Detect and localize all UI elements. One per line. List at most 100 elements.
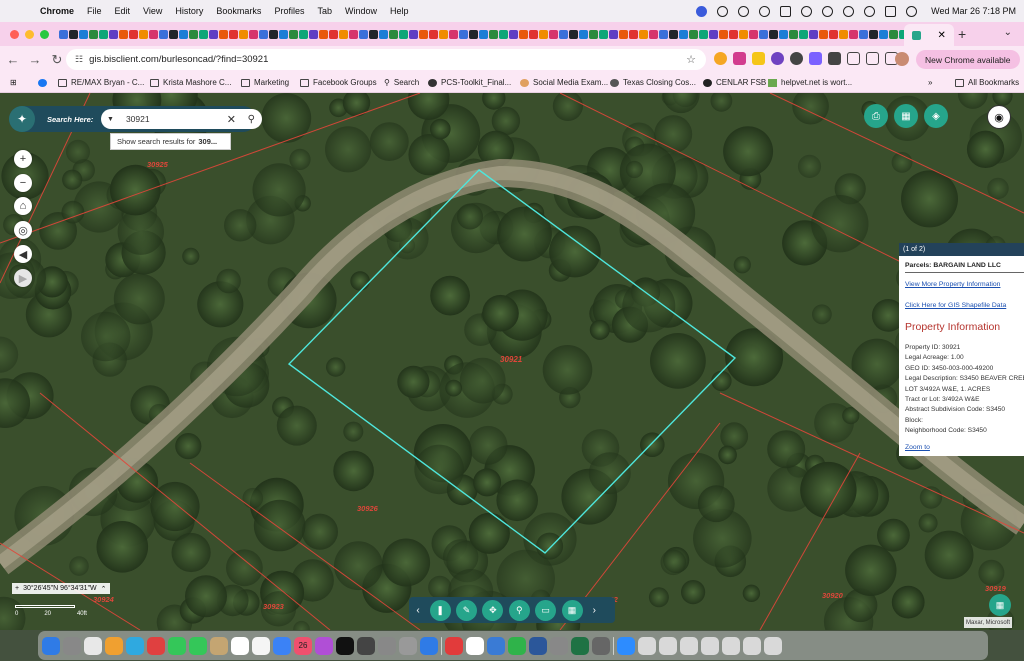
county-logo-icon[interactable]: ✦ bbox=[9, 106, 35, 132]
zoom-to-link[interactable]: Zoom to bbox=[905, 444, 930, 451]
more-bookmarks-chevron[interactable]: » bbox=[928, 78, 932, 87]
pinned-tab-favicon-icon[interactable] bbox=[569, 29, 578, 39]
search-suggestion[interactable]: Show search results for 309... bbox=[110, 133, 231, 150]
pinned-tab-favicon-icon[interactable] bbox=[549, 29, 558, 39]
pinned-tab-favicon-icon[interactable] bbox=[579, 29, 588, 39]
pinned-tab-favicon-icon[interactable] bbox=[619, 29, 628, 39]
pinned-tab-favicon-icon[interactable] bbox=[609, 29, 618, 39]
pinned-tab-favicon-icon[interactable] bbox=[269, 29, 278, 39]
search-source-dropdown-icon[interactable]: ▼ bbox=[107, 116, 114, 123]
dock-app-icon[interactable] bbox=[84, 636, 102, 655]
pinned-tab-favicon-icon[interactable] bbox=[359, 29, 368, 39]
pinned-tab-favicon-icon[interactable] bbox=[309, 29, 318, 39]
pinned-tab-favicon-icon[interactable] bbox=[249, 29, 258, 39]
menu-app-chrome[interactable]: Chrome bbox=[40, 6, 74, 16]
pinned-tab-favicon-icon[interactable] bbox=[369, 29, 378, 39]
attribute-table-icon[interactable]: ▦ bbox=[989, 594, 1011, 616]
dock-app-icon[interactable] bbox=[571, 636, 589, 655]
dock-app-icon[interactable] bbox=[357, 636, 375, 655]
close-tab-icon[interactable]: ✕ bbox=[937, 30, 945, 41]
pinned-tab-favicon-icon[interactable] bbox=[749, 29, 758, 39]
dock-window-thumbnail[interactable] bbox=[701, 636, 719, 655]
user-status-icon[interactable] bbox=[864, 5, 876, 17]
pinned-tab-favicon-icon[interactable] bbox=[679, 29, 688, 39]
toolbar-next-icon[interactable]: › bbox=[585, 605, 603, 616]
pinned-tab-favicon-icon[interactable] bbox=[229, 29, 238, 39]
all-bookmarks[interactable]: All Bookmarks bbox=[955, 78, 1019, 87]
pinned-tab-favicon-icon[interactable] bbox=[299, 29, 308, 39]
view-more-property-link[interactable]: View More Property Information bbox=[905, 281, 1024, 288]
next-extent-icon[interactable]: ▶ bbox=[14, 269, 32, 287]
bookmark-marketing[interactable]: Marketing bbox=[241, 78, 289, 87]
pinned-tab-favicon-icon[interactable] bbox=[119, 29, 128, 39]
pinned-tab-favicon-icon[interactable] bbox=[149, 29, 158, 39]
pinned-tab-favicon-icon[interactable] bbox=[469, 29, 478, 39]
pinned-tab-favicon-icon[interactable] bbox=[829, 29, 838, 39]
pinned-tab-favicon-icon[interactable] bbox=[479, 29, 488, 39]
dock-window-thumbnail[interactable] bbox=[743, 636, 761, 655]
active-tab[interactable]: ✕ bbox=[904, 24, 954, 46]
layers-icon[interactable]: ◈ bbox=[924, 104, 948, 128]
url-text[interactable]: gis.bisclient.com/burlesoncad/?find=3092… bbox=[89, 54, 268, 65]
pinned-tab-favicon-icon[interactable] bbox=[559, 29, 568, 39]
dock-app-icon[interactable] bbox=[399, 636, 417, 655]
pinned-tab-favicon-icon[interactable] bbox=[419, 29, 428, 39]
menu-help[interactable]: Help bbox=[390, 6, 409, 16]
dock-app-icon[interactable] bbox=[42, 636, 60, 655]
pinned-tab-favicon-icon[interactable] bbox=[459, 29, 468, 39]
clock-status-icon[interactable] bbox=[738, 5, 750, 17]
pinned-tab-favicon-icon[interactable] bbox=[649, 29, 658, 39]
pinned-tab-favicon-icon[interactable] bbox=[759, 29, 768, 39]
dock-app-icon[interactable] bbox=[168, 636, 186, 655]
pinned-tab-favicon-icon[interactable] bbox=[399, 29, 408, 39]
pinned-tab-favicon-icon[interactable] bbox=[699, 29, 708, 39]
pinned-tab-favicon-icon[interactable] bbox=[449, 29, 458, 39]
pinned-tab-favicon-icon[interactable] bbox=[509, 29, 518, 39]
siri-icon[interactable] bbox=[906, 5, 918, 17]
pinned-tab-favicon-icon[interactable] bbox=[739, 29, 748, 39]
pinned-tab-favicon-icon[interactable] bbox=[589, 29, 598, 39]
pinned-tab-favicon-icon[interactable] bbox=[889, 29, 898, 39]
map-search-box[interactable]: ▼ 30921 ✕ ⚲ bbox=[101, 109, 262, 129]
dock-window-thumbnail[interactable] bbox=[722, 636, 740, 655]
pinned-tab-favicon-icon[interactable] bbox=[209, 29, 218, 39]
query-tool-icon[interactable]: ⚲ bbox=[508, 599, 530, 621]
basemap-gallery-icon[interactable]: ▦ bbox=[894, 104, 918, 128]
menu-edit[interactable]: Edit bbox=[115, 6, 131, 16]
tab-search-chevron-icon[interactable]: ⌄ bbox=[1004, 27, 1012, 38]
dock-app-icon[interactable] bbox=[550, 636, 568, 655]
reload-icon[interactable]: ↻ bbox=[46, 52, 68, 68]
control-center-icon[interactable] bbox=[885, 5, 897, 17]
dock-app-icon[interactable] bbox=[126, 636, 144, 655]
previous-extent-icon[interactable]: ◀ bbox=[14, 245, 32, 263]
search-input[interactable]: 30921 bbox=[126, 114, 150, 124]
pinned-tab-favicon-icon[interactable] bbox=[259, 29, 268, 39]
pinned-tab-favicon-icon[interactable] bbox=[499, 29, 508, 39]
bookmark-tool-icon[interactable]: ❚ bbox=[429, 599, 451, 621]
bookmark-facebook-groups[interactable]: Facebook Groups bbox=[300, 78, 377, 87]
locate-me-icon[interactable]: ◎ bbox=[14, 221, 32, 239]
pinned-tab-favicon-icon[interactable] bbox=[519, 29, 528, 39]
toolbar-prev-icon[interactable]: ‹ bbox=[409, 605, 427, 616]
menu-tab[interactable]: Tab bbox=[317, 6, 332, 16]
home-extent-icon[interactable]: ⌂ bbox=[14, 197, 32, 215]
pinned-tab-favicon-icon[interactable] bbox=[179, 29, 188, 39]
dock-app-icon[interactable] bbox=[147, 636, 165, 655]
dock-app-icon[interactable] bbox=[336, 636, 354, 655]
bookmark-helpvet[interactable]: helpvet.net is wort... bbox=[768, 78, 852, 87]
play-status-icon[interactable] bbox=[759, 5, 771, 17]
new-tab-icon[interactable]: + bbox=[958, 26, 966, 42]
gis-shapefile-link[interactable]: Click Here for GIS Shapefile Data bbox=[905, 302, 1024, 309]
wifi-icon[interactable] bbox=[843, 5, 855, 17]
back-arrow-icon[interactable]: ← bbox=[2, 52, 24, 67]
pinned-tab-favicon-icon[interactable] bbox=[809, 29, 818, 39]
pinned-tab-favicon-icon[interactable] bbox=[719, 29, 728, 39]
new-chrome-available-button[interactable]: New Chrome available bbox=[916, 50, 1020, 69]
extension-icon-3[interactable] bbox=[752, 52, 765, 65]
dock-app-icon[interactable] bbox=[487, 636, 505, 655]
profile-avatar[interactable] bbox=[895, 52, 909, 66]
zoom-out-icon[interactable]: − bbox=[14, 174, 32, 192]
pinned-tab-favicon-icon[interactable] bbox=[629, 29, 638, 39]
bookmark-pcs-toolkit[interactable]: PCS-Toolkit_Final... bbox=[428, 78, 511, 87]
hide-panels-eye-icon[interactable]: ◉ bbox=[987, 105, 1011, 129]
